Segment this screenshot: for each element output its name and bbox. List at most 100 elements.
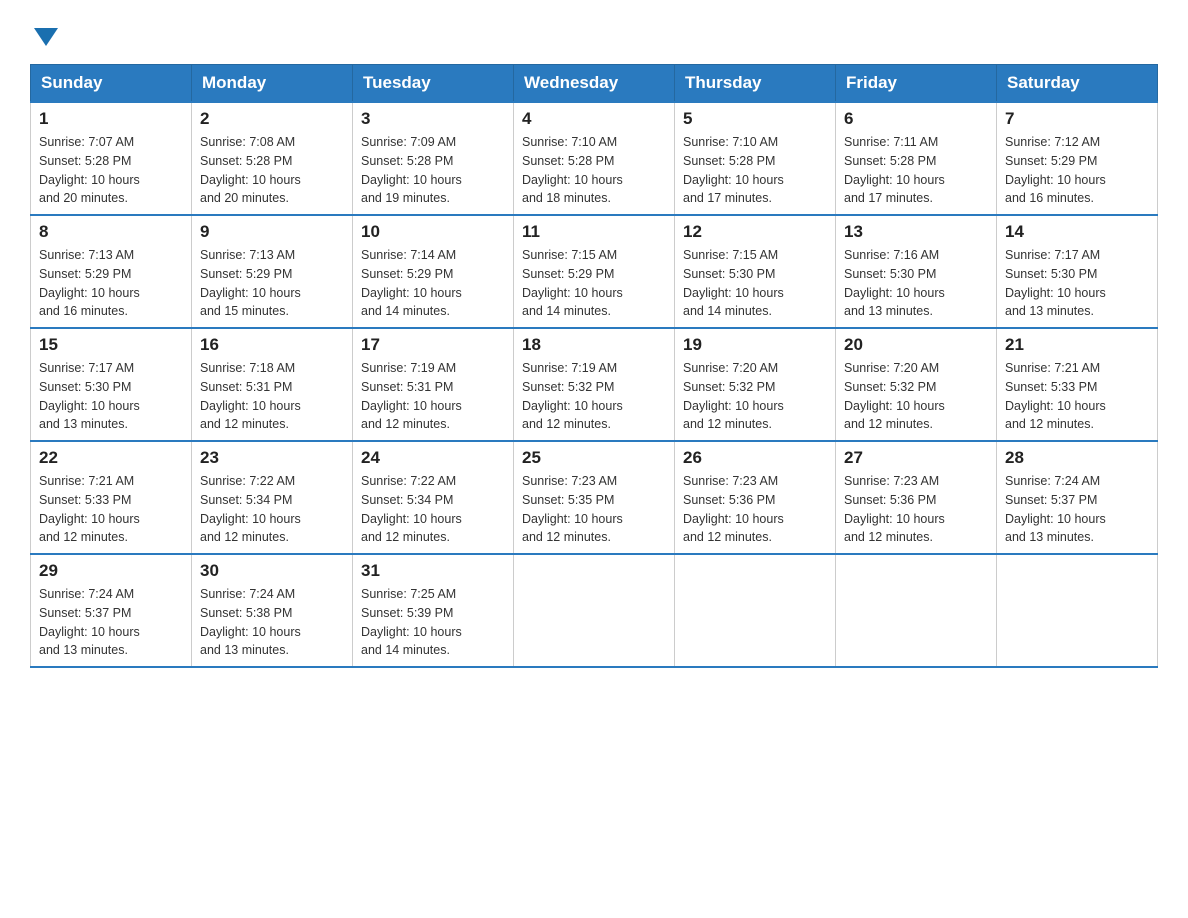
day-info: Sunrise: 7:07 AMSunset: 5:28 PMDaylight:…: [39, 133, 183, 208]
day-info: Sunrise: 7:10 AMSunset: 5:28 PMDaylight:…: [683, 133, 827, 208]
day-info: Sunrise: 7:21 AMSunset: 5:33 PMDaylight:…: [39, 472, 183, 547]
calendar-day-cell: 7 Sunrise: 7:12 AMSunset: 5:29 PMDaylight…: [997, 102, 1158, 215]
day-number: 29: [39, 561, 183, 581]
calendar-day-cell: 31 Sunrise: 7:25 AMSunset: 5:39 PMDayligh…: [353, 554, 514, 667]
day-of-week-header: Sunday: [31, 65, 192, 103]
calendar-day-cell: 5 Sunrise: 7:10 AMSunset: 5:28 PMDaylight…: [675, 102, 836, 215]
day-info: Sunrise: 7:21 AMSunset: 5:33 PMDaylight:…: [1005, 359, 1149, 434]
calendar-day-cell: 17 Sunrise: 7:19 AMSunset: 5:31 PMDayligh…: [353, 328, 514, 441]
calendar-day-cell: 8 Sunrise: 7:13 AMSunset: 5:29 PMDaylight…: [31, 215, 192, 328]
day-number: 11: [522, 222, 666, 242]
day-info: Sunrise: 7:23 AMSunset: 5:36 PMDaylight:…: [683, 472, 827, 547]
day-number: 9: [200, 222, 344, 242]
calendar-day-cell: 25 Sunrise: 7:23 AMSunset: 5:35 PMDayligh…: [514, 441, 675, 554]
day-info: Sunrise: 7:23 AMSunset: 5:36 PMDaylight:…: [844, 472, 988, 547]
day-info: Sunrise: 7:13 AMSunset: 5:29 PMDaylight:…: [200, 246, 344, 321]
calendar-day-cell: [675, 554, 836, 667]
day-info: Sunrise: 7:19 AMSunset: 5:31 PMDaylight:…: [361, 359, 505, 434]
day-info: Sunrise: 7:14 AMSunset: 5:29 PMDaylight:…: [361, 246, 505, 321]
day-number: 10: [361, 222, 505, 242]
day-info: Sunrise: 7:12 AMSunset: 5:29 PMDaylight:…: [1005, 133, 1149, 208]
day-number: 6: [844, 109, 988, 129]
day-info: Sunrise: 7:19 AMSunset: 5:32 PMDaylight:…: [522, 359, 666, 434]
day-number: 5: [683, 109, 827, 129]
day-of-week-header: Wednesday: [514, 65, 675, 103]
day-info: Sunrise: 7:13 AMSunset: 5:29 PMDaylight:…: [39, 246, 183, 321]
calendar-day-cell: 13 Sunrise: 7:16 AMSunset: 5:30 PMDayligh…: [836, 215, 997, 328]
day-number: 4: [522, 109, 666, 129]
day-number: 2: [200, 109, 344, 129]
day-number: 19: [683, 335, 827, 355]
day-number: 28: [1005, 448, 1149, 468]
day-number: 27: [844, 448, 988, 468]
day-info: Sunrise: 7:20 AMSunset: 5:32 PMDaylight:…: [683, 359, 827, 434]
calendar-day-cell: 19 Sunrise: 7:20 AMSunset: 5:32 PMDayligh…: [675, 328, 836, 441]
calendar-week-row: 8 Sunrise: 7:13 AMSunset: 5:29 PMDaylight…: [31, 215, 1158, 328]
day-number: 26: [683, 448, 827, 468]
calendar-week-row: 29 Sunrise: 7:24 AMSunset: 5:37 PMDayligh…: [31, 554, 1158, 667]
day-number: 14: [1005, 222, 1149, 242]
calendar-day-cell: 21Sunrise: 7:21 AMSunset: 5:33 PMDayligh…: [997, 328, 1158, 441]
calendar-week-row: 22 Sunrise: 7:21 AMSunset: 5:33 PMDayligh…: [31, 441, 1158, 554]
day-number: 25: [522, 448, 666, 468]
calendar-day-cell: 16Sunrise: 7:18 AMSunset: 5:31 PMDayligh…: [192, 328, 353, 441]
page-header: [30, 20, 1158, 46]
day-info: Sunrise: 7:15 AMSunset: 5:30 PMDaylight:…: [683, 246, 827, 321]
calendar-day-cell: 22 Sunrise: 7:21 AMSunset: 5:33 PMDayligh…: [31, 441, 192, 554]
day-info: Sunrise: 7:24 AMSunset: 5:38 PMDaylight:…: [200, 585, 344, 660]
day-number: 22: [39, 448, 183, 468]
calendar-day-cell: 29 Sunrise: 7:24 AMSunset: 5:37 PMDayligh…: [31, 554, 192, 667]
calendar-day-cell: 4 Sunrise: 7:10 AMSunset: 5:28 PMDaylight…: [514, 102, 675, 215]
calendar-day-cell: [514, 554, 675, 667]
calendar-day-cell: 15Sunrise: 7:17 AMSunset: 5:30 PMDayligh…: [31, 328, 192, 441]
day-info: Sunrise: 7:17 AMSunset: 5:30 PMDaylight:…: [39, 359, 183, 434]
calendar-week-row: 15Sunrise: 7:17 AMSunset: 5:30 PMDayligh…: [31, 328, 1158, 441]
calendar-day-cell: 2 Sunrise: 7:08 AMSunset: 5:28 PMDaylight…: [192, 102, 353, 215]
calendar-header-row: SundayMondayTuesdayWednesdayThursdayFrid…: [31, 65, 1158, 103]
calendar-day-cell: 10 Sunrise: 7:14 AMSunset: 5:29 PMDayligh…: [353, 215, 514, 328]
day-number: 13: [844, 222, 988, 242]
calendar-day-cell: 11 Sunrise: 7:15 AMSunset: 5:29 PMDayligh…: [514, 215, 675, 328]
day-number: 12: [683, 222, 827, 242]
day-number: 30: [200, 561, 344, 581]
day-of-week-header: Saturday: [997, 65, 1158, 103]
day-info: Sunrise: 7:18 AMSunset: 5:31 PMDaylight:…: [200, 359, 344, 434]
day-of-week-header: Monday: [192, 65, 353, 103]
calendar-day-cell: 12 Sunrise: 7:15 AMSunset: 5:30 PMDayligh…: [675, 215, 836, 328]
day-info: Sunrise: 7:15 AMSunset: 5:29 PMDaylight:…: [522, 246, 666, 321]
day-number: 1: [39, 109, 183, 129]
day-number: 7: [1005, 109, 1149, 129]
calendar-day-cell: 30 Sunrise: 7:24 AMSunset: 5:38 PMDayligh…: [192, 554, 353, 667]
day-info: Sunrise: 7:09 AMSunset: 5:28 PMDaylight:…: [361, 133, 505, 208]
day-of-week-header: Thursday: [675, 65, 836, 103]
calendar-day-cell: [997, 554, 1158, 667]
day-number: 31: [361, 561, 505, 581]
logo: [30, 20, 58, 46]
day-info: Sunrise: 7:24 AMSunset: 5:37 PMDaylight:…: [39, 585, 183, 660]
calendar-day-cell: 6 Sunrise: 7:11 AMSunset: 5:28 PMDaylight…: [836, 102, 997, 215]
day-info: Sunrise: 7:22 AMSunset: 5:34 PMDaylight:…: [361, 472, 505, 547]
day-info: Sunrise: 7:23 AMSunset: 5:35 PMDaylight:…: [522, 472, 666, 547]
day-info: Sunrise: 7:17 AMSunset: 5:30 PMDaylight:…: [1005, 246, 1149, 321]
day-info: Sunrise: 7:10 AMSunset: 5:28 PMDaylight:…: [522, 133, 666, 208]
day-number: 8: [39, 222, 183, 242]
calendar-day-cell: 18 Sunrise: 7:19 AMSunset: 5:32 PMDayligh…: [514, 328, 675, 441]
day-number: 17: [361, 335, 505, 355]
calendar-day-cell: 14 Sunrise: 7:17 AMSunset: 5:30 PMDayligh…: [997, 215, 1158, 328]
calendar-day-cell: 20Sunrise: 7:20 AMSunset: 5:32 PMDayligh…: [836, 328, 997, 441]
day-info: Sunrise: 7:25 AMSunset: 5:39 PMDaylight:…: [361, 585, 505, 660]
day-number: 18: [522, 335, 666, 355]
day-info: Sunrise: 7:24 AMSunset: 5:37 PMDaylight:…: [1005, 472, 1149, 547]
day-info: Sunrise: 7:11 AMSunset: 5:28 PMDaylight:…: [844, 133, 988, 208]
calendar-table: SundayMondayTuesdayWednesdayThursdayFrid…: [30, 64, 1158, 668]
day-number: 3: [361, 109, 505, 129]
calendar-day-cell: 28 Sunrise: 7:24 AMSunset: 5:37 PMDayligh…: [997, 441, 1158, 554]
day-info: Sunrise: 7:16 AMSunset: 5:30 PMDaylight:…: [844, 246, 988, 321]
calendar-week-row: 1 Sunrise: 7:07 AMSunset: 5:28 PMDaylight…: [31, 102, 1158, 215]
logo-arrow-icon: [34, 28, 58, 46]
day-info: Sunrise: 7:08 AMSunset: 5:28 PMDaylight:…: [200, 133, 344, 208]
day-info: Sunrise: 7:20 AMSunset: 5:32 PMDaylight:…: [844, 359, 988, 434]
calendar-day-cell: [836, 554, 997, 667]
calendar-day-cell: 26 Sunrise: 7:23 AMSunset: 5:36 PMDayligh…: [675, 441, 836, 554]
day-of-week-header: Tuesday: [353, 65, 514, 103]
